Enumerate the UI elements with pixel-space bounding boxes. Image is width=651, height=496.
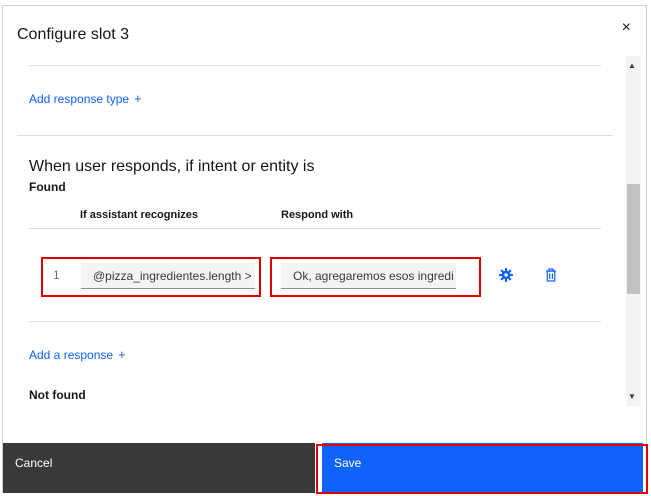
column-header-respond-with: Respond with bbox=[281, 209, 354, 221]
gear-icon[interactable] bbox=[499, 268, 513, 282]
highlight-box-condition bbox=[41, 257, 261, 297]
close-icon[interactable]: × bbox=[622, 18, 631, 38]
plus-icon: + bbox=[134, 91, 142, 106]
add-response-link[interactable]: Add a response + bbox=[29, 347, 126, 362]
add-response-label: Add a response bbox=[29, 348, 114, 362]
modal-content: Add response type + When user responds, i… bbox=[3, 6, 641, 443]
column-header-recognizes: If assistant recognizes bbox=[80, 209, 198, 221]
configure-slot-modal: Configure slot 3 × Add response type + Wh… bbox=[2, 5, 647, 493]
highlight-box-response bbox=[270, 257, 481, 297]
found-label: Found bbox=[29, 180, 66, 194]
scrollbar-thumb[interactable] bbox=[627, 184, 640, 294]
not-found-label: Not found bbox=[29, 388, 86, 402]
divider bbox=[17, 135, 613, 136]
section-heading: When user responds, if intent or entity … bbox=[29, 158, 315, 175]
plus-icon: + bbox=[118, 347, 126, 362]
cancel-button[interactable]: Cancel bbox=[3, 443, 315, 493]
add-response-type-label: Add response type bbox=[29, 92, 130, 106]
scroll-down-icon[interactable]: ▼ bbox=[628, 392, 636, 401]
divider bbox=[29, 65, 601, 66]
add-response-type-link[interactable]: Add response type + bbox=[29, 91, 142, 106]
trash-icon[interactable] bbox=[545, 268, 557, 282]
divider bbox=[29, 228, 601, 229]
highlight-box-save bbox=[316, 444, 648, 494]
scroll-up-icon[interactable]: ▲ bbox=[628, 61, 636, 70]
divider bbox=[29, 321, 601, 322]
